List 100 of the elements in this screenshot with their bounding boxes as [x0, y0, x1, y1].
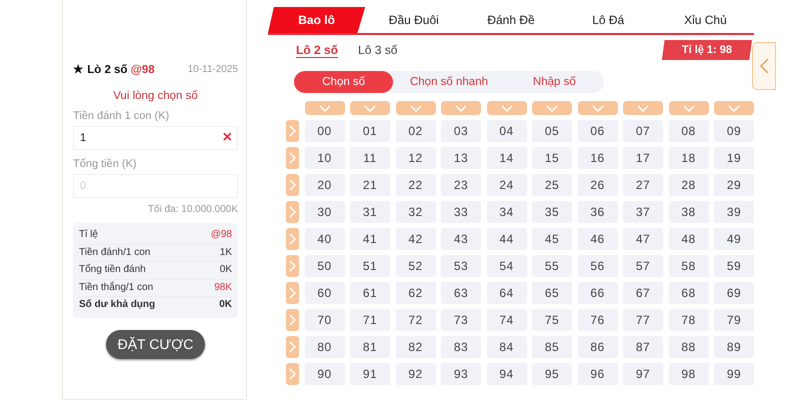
number-button[interactable]: 76: [578, 309, 618, 331]
number-button[interactable]: 35: [532, 201, 572, 223]
number-button[interactable]: 30: [304, 201, 344, 223]
number-button[interactable]: 98: [668, 363, 708, 385]
number-button[interactable]: 38: [668, 201, 708, 223]
number-button[interactable]: 94: [486, 363, 526, 385]
column-select-button[interactable]: [486, 101, 526, 115]
number-button[interactable]: 49: [714, 228, 754, 250]
number-button[interactable]: 80: [304, 336, 344, 358]
number-button[interactable]: 51: [350, 255, 390, 277]
number-button[interactable]: 53: [441, 255, 481, 277]
number-button[interactable]: 12: [396, 147, 436, 169]
number-button[interactable]: 41: [350, 228, 390, 250]
number-button[interactable]: 66: [578, 282, 618, 304]
number-button[interactable]: 48: [668, 228, 708, 250]
number-button[interactable]: 34: [486, 201, 526, 223]
number-button[interactable]: 73: [441, 309, 481, 331]
number-button[interactable]: 56: [578, 255, 618, 277]
number-button[interactable]: 52: [396, 255, 436, 277]
number-button[interactable]: 16: [578, 147, 618, 169]
mode-tab[interactable]: Chọn số: [294, 71, 394, 93]
column-select-button[interactable]: [304, 101, 344, 115]
tab[interactable]: Đầu Đuôi: [365, 7, 462, 33]
number-button[interactable]: 95: [532, 363, 572, 385]
number-button[interactable]: 77: [623, 309, 663, 331]
number-button[interactable]: 85: [532, 336, 572, 358]
row-select-button[interactable]: [286, 228, 299, 250]
number-button[interactable]: 96: [578, 363, 618, 385]
number-button[interactable]: 05: [532, 120, 572, 142]
row-select-button[interactable]: [286, 282, 299, 304]
number-button[interactable]: 46: [578, 228, 618, 250]
number-button[interactable]: 04: [486, 120, 526, 142]
number-button[interactable]: 89: [714, 336, 754, 358]
number-button[interactable]: 63: [441, 282, 481, 304]
number-button[interactable]: 00: [304, 120, 344, 142]
number-button[interactable]: 91: [350, 363, 390, 385]
number-button[interactable]: 28: [668, 174, 708, 196]
column-select-button[interactable]: [350, 101, 390, 115]
number-button[interactable]: 39: [714, 201, 754, 223]
row-select-button[interactable]: [286, 255, 299, 277]
column-select-button[interactable]: [623, 101, 663, 115]
number-button[interactable]: 90: [304, 363, 344, 385]
number-button[interactable]: 15: [532, 147, 572, 169]
number-button[interactable]: 09: [714, 120, 754, 142]
row-select-button[interactable]: [286, 201, 299, 223]
number-button[interactable]: 93: [441, 363, 481, 385]
column-select-button[interactable]: [668, 101, 708, 115]
number-button[interactable]: 64: [486, 282, 526, 304]
number-button[interactable]: 32: [396, 201, 436, 223]
number-button[interactable]: 81: [350, 336, 390, 358]
number-button[interactable]: 70: [304, 309, 344, 331]
number-button[interactable]: 07: [623, 120, 663, 142]
sub-tab[interactable]: Lô 2 số: [296, 43, 338, 57]
mode-tab[interactable]: Nhập số: [504, 71, 604, 93]
number-button[interactable]: 19: [714, 147, 754, 169]
number-button[interactable]: 11: [350, 147, 390, 169]
place-bet-button[interactable]: ĐẶT CƯỢC: [106, 330, 206, 358]
number-button[interactable]: 68: [668, 282, 708, 304]
number-button[interactable]: 42: [396, 228, 436, 250]
number-button[interactable]: 82: [396, 336, 436, 358]
number-button[interactable]: 75: [532, 309, 572, 331]
number-button[interactable]: 18: [668, 147, 708, 169]
number-button[interactable]: 92: [396, 363, 436, 385]
row-select-button[interactable]: [286, 309, 299, 331]
number-button[interactable]: 57: [623, 255, 663, 277]
number-button[interactable]: 13: [441, 147, 481, 169]
number-button[interactable]: 50: [304, 255, 344, 277]
number-button[interactable]: 61: [350, 282, 390, 304]
number-button[interactable]: 72: [396, 309, 436, 331]
tab[interactable]: Lô Đá: [560, 7, 657, 33]
number-button[interactable]: 69: [714, 282, 754, 304]
number-button[interactable]: 02: [396, 120, 436, 142]
number-button[interactable]: 83: [441, 336, 481, 358]
number-button[interactable]: 36: [578, 201, 618, 223]
row-select-button[interactable]: [286, 174, 299, 196]
row-select-button[interactable]: [286, 336, 299, 358]
number-button[interactable]: 74: [486, 309, 526, 331]
number-button[interactable]: 99: [714, 363, 754, 385]
row-select-button[interactable]: [286, 147, 299, 169]
number-button[interactable]: 25: [532, 174, 572, 196]
number-button[interactable]: 55: [532, 255, 572, 277]
number-button[interactable]: 47: [623, 228, 663, 250]
number-button[interactable]: 08: [668, 120, 708, 142]
row-select-button[interactable]: [286, 120, 299, 142]
column-select-button[interactable]: [441, 101, 481, 115]
number-button[interactable]: 79: [714, 309, 754, 331]
number-button[interactable]: 31: [350, 201, 390, 223]
number-button[interactable]: 65: [532, 282, 572, 304]
number-button[interactable]: 67: [623, 282, 663, 304]
number-button[interactable]: 24: [486, 174, 526, 196]
number-button[interactable]: 17: [623, 147, 663, 169]
column-select-button[interactable]: [714, 101, 754, 115]
number-button[interactable]: 21: [350, 174, 390, 196]
collapse-button[interactable]: [752, 42, 776, 90]
column-select-button[interactable]: [532, 101, 572, 115]
number-button[interactable]: 78: [668, 309, 708, 331]
number-button[interactable]: 45: [532, 228, 572, 250]
row-select-button[interactable]: [286, 363, 299, 385]
number-button[interactable]: 33: [441, 201, 481, 223]
number-button[interactable]: 84: [486, 336, 526, 358]
